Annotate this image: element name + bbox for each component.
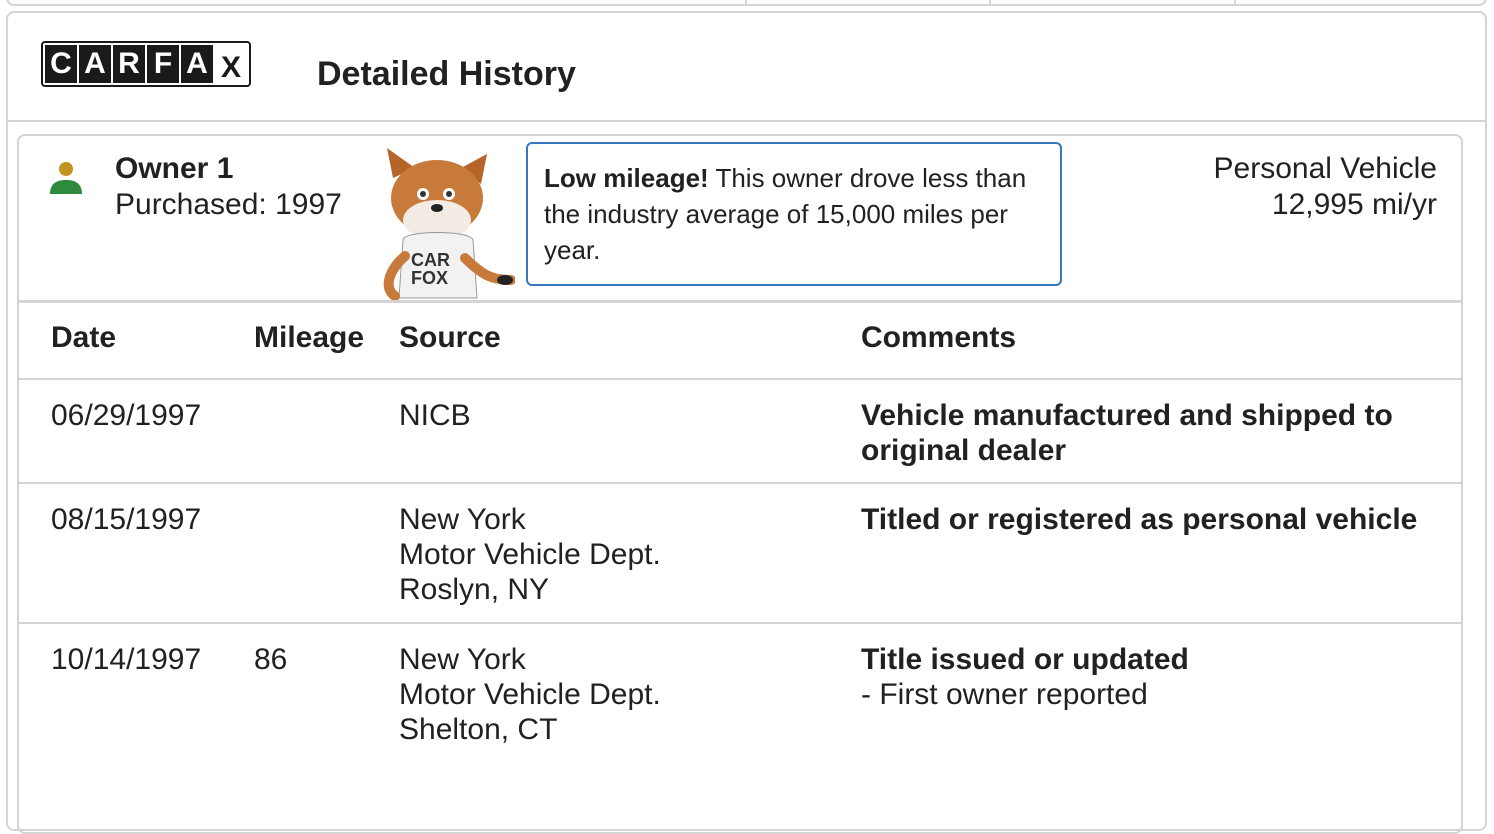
section-title: Detailed History: [317, 55, 576, 93]
column-header-comments: Comments: [861, 321, 1017, 354]
svg-text:FOX: FOX: [411, 268, 448, 288]
history-table: Date Mileage Source Comments 06/29/1997 …: [19, 300, 1461, 764]
carfox-mascot-icon: CAR FOX: [383, 148, 515, 300]
owner-card: Owner 1 Purchased: 1997 CAR FOX Low mile…: [17, 134, 1463, 834]
mileage-per-year: 12,995 mi/yr: [1271, 188, 1437, 221]
table-row: 08/15/1997 New York Motor Vehicle Dept. …: [19, 484, 1461, 624]
svg-text:CAR: CAR: [411, 250, 450, 270]
owner-purchased: Purchased: 1997: [115, 188, 342, 221]
previous-section-strip: [6, 0, 1487, 6]
owner-name: Owner 1: [115, 152, 234, 185]
column-header-source: Source: [399, 321, 501, 354]
table-row: 06/29/1997 NICB Vehicle manufactured and…: [19, 380, 1461, 484]
table-header: Date Mileage Source Comments: [19, 300, 1461, 380]
person-icon: [50, 162, 82, 194]
column-header-date: Date: [51, 321, 117, 354]
low-mileage-callout: Low mileage! This owner drove less than …: [526, 142, 1062, 286]
column-header-mileage: Mileage: [254, 321, 365, 354]
table-row: 10/14/1997 86 New York Motor Vehicle Dep…: [51, 643, 1189, 746]
carfax-logo: C A R F A X: [41, 41, 251, 87]
vehicle-type: Personal Vehicle: [1213, 152, 1437, 185]
